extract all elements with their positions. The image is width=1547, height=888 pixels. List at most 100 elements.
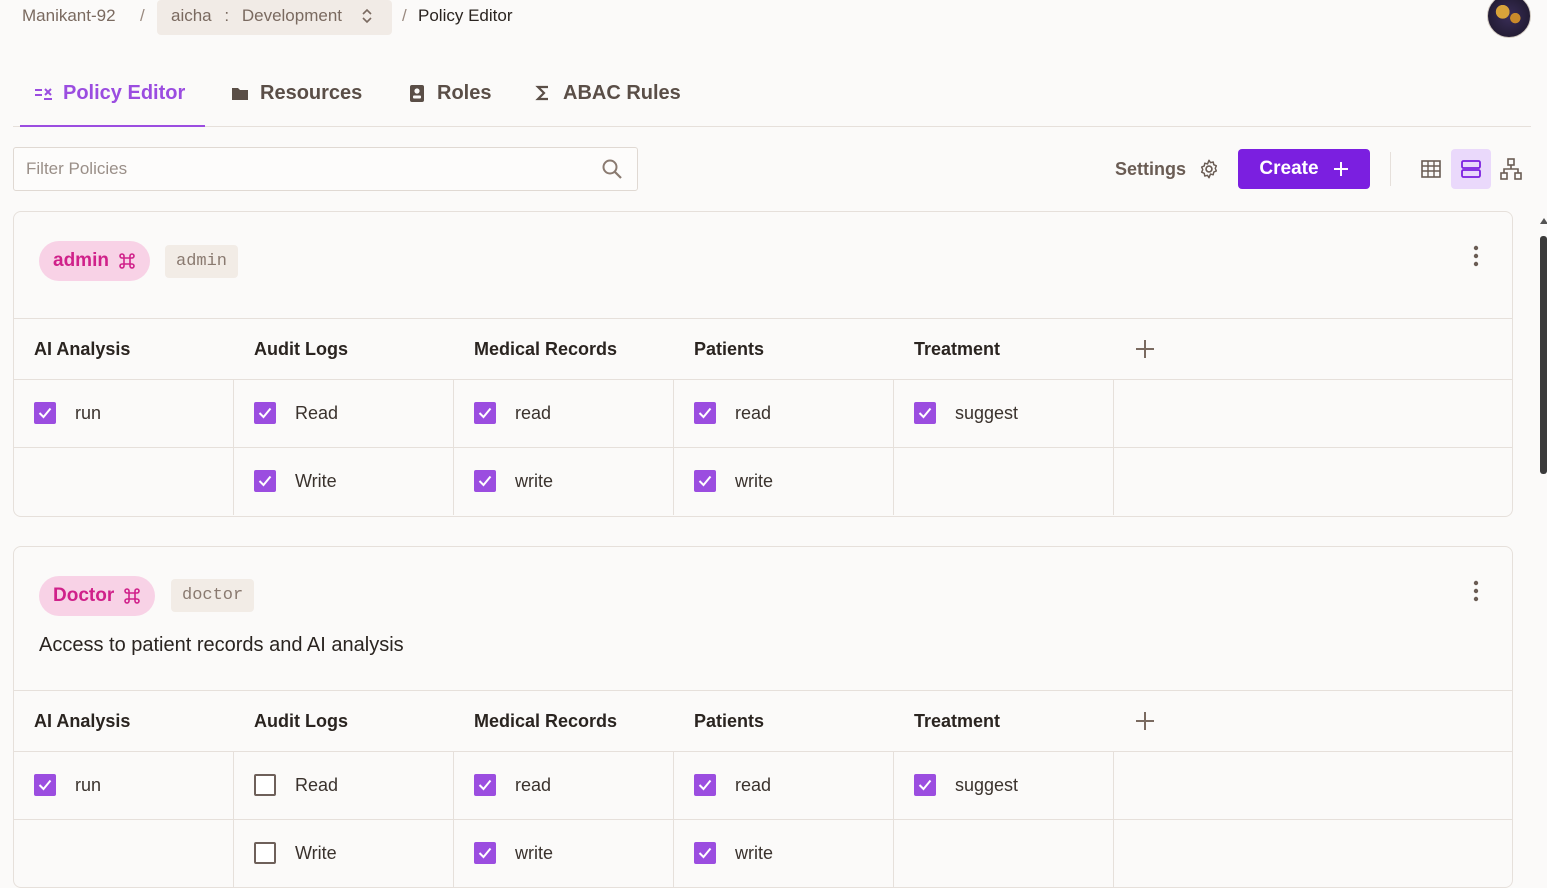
tab-abac-rules[interactable]: ABAC Rules	[533, 60, 681, 126]
list-view-icon	[1461, 160, 1481, 178]
resource-header: Medical Records	[474, 710, 618, 731]
toolbar-divider	[1390, 152, 1391, 186]
role-name: Doctor	[53, 585, 115, 606]
gear-icon	[1200, 159, 1218, 179]
sigma-icon	[533, 83, 553, 103]
more-options-icon[interactable]	[1466, 579, 1486, 603]
add-resource-icon[interactable]	[1134, 710, 1156, 732]
role-name-pill[interactable]: Doctor	[39, 576, 156, 616]
create-button[interactable]: Create	[1238, 149, 1370, 189]
breadcrumb-separator: /	[402, 6, 407, 25]
tab-label: Roles	[437, 81, 492, 104]
permission-write: write	[694, 842, 773, 864]
tab-label: ABAC Rules	[563, 81, 681, 104]
checkbox-checked[interactable]	[474, 470, 496, 492]
permission-suggest: suggest	[914, 774, 1018, 796]
permission-write: write	[474, 470, 553, 492]
checkbox-checked[interactable]	[694, 402, 716, 424]
resource-header: Treatment	[914, 338, 1001, 359]
role-description: Access to patient records and AI analysi…	[39, 634, 404, 656]
resource-header: Medical Records	[474, 338, 618, 359]
filter-policies	[13, 147, 638, 191]
permission-read: read	[474, 774, 551, 796]
permission-run: run	[34, 402, 101, 424]
search-icon[interactable]	[601, 158, 623, 180]
table-view-button[interactable]	[1411, 149, 1451, 189]
tab-roles[interactable]: Roles	[407, 60, 491, 126]
resource-header: Audit Logs	[254, 710, 348, 731]
permission-read: Read	[254, 402, 338, 424]
permissions-grid: AI Analysis Audit Logs Medical Records P…	[14, 690, 1512, 887]
add-resource-icon[interactable]	[1134, 338, 1156, 360]
project-name: aicha	[171, 6, 212, 25]
resource-header: Patients	[694, 338, 765, 359]
role-key: admin	[165, 245, 239, 278]
chevron-up-down-icon	[362, 8, 372, 24]
permission-read: Read	[254, 774, 338, 796]
permission-run: run	[34, 774, 101, 796]
permission-row: run Read read read suggest	[14, 380, 1512, 448]
permission-write: write	[694, 470, 773, 492]
role-card-doctor: Doctor doctor Access to patient records …	[13, 546, 1513, 888]
permission-read: read	[694, 774, 771, 796]
checkbox-checked[interactable]	[474, 774, 496, 796]
role-badge-icon	[407, 83, 427, 103]
create-label: Create	[1259, 158, 1319, 179]
user-avatar[interactable]	[1487, 0, 1531, 38]
resource-header-row: AI Analysis Audit Logs Medical Records P…	[14, 319, 1512, 380]
resource-header: AI Analysis	[34, 338, 131, 359]
resource-header: Audit Logs	[254, 338, 348, 359]
checkbox-unchecked[interactable]	[254, 774, 276, 796]
checkbox-checked[interactable]	[694, 842, 716, 864]
scrollbar-thumb[interactable]	[1540, 236, 1547, 474]
checkbox-checked[interactable]	[474, 842, 496, 864]
settings-button[interactable]: Settings	[1115, 155, 1220, 183]
permission-write: Write	[254, 470, 337, 492]
resource-header: Treatment	[914, 710, 1001, 731]
list-view-button[interactable]	[1451, 149, 1491, 189]
policy-editor-icon	[33, 83, 53, 103]
permission-write: write	[474, 842, 553, 864]
hierarchy-icon	[1500, 158, 1522, 180]
checkbox-checked[interactable]	[694, 470, 716, 492]
folder-icon	[230, 83, 250, 103]
permission-row: Write write write	[14, 820, 1512, 887]
breadcrumb-separator: /	[140, 6, 145, 25]
permission-read: read	[474, 402, 551, 424]
breadcrumb-org[interactable]: Manikant-92	[22, 6, 116, 26]
role-card-admin: admin admin AI Analysis Audit Logs Medic…	[13, 211, 1513, 517]
permission-suggest: suggest	[914, 402, 1018, 424]
tab-policy-editor[interactable]: Policy Editor	[19, 60, 206, 127]
settings-label: Settings	[1115, 158, 1187, 179]
scroll-up-arrow[interactable]	[1540, 218, 1547, 224]
permissions-grid: AI Analysis Audit Logs Medical Records P…	[14, 318, 1512, 515]
checkbox-checked[interactable]	[34, 402, 56, 424]
checkbox-checked[interactable]	[694, 774, 716, 796]
command-icon	[119, 253, 135, 269]
checkbox-checked[interactable]	[474, 402, 496, 424]
checkbox-checked[interactable]	[914, 402, 936, 424]
tab-bar: Policy Editor Resources Roles ABAC Rules	[13, 60, 1531, 127]
plus-icon	[1333, 162, 1348, 176]
role-key: doctor	[171, 579, 255, 612]
role-name-pill[interactable]: admin	[39, 241, 150, 281]
role-name: admin	[53, 250, 109, 271]
checkbox-checked[interactable]	[254, 470, 276, 492]
filter-input[interactable]	[24, 148, 588, 190]
checkbox-unchecked[interactable]	[254, 842, 276, 864]
permission-row: Write write write	[14, 448, 1512, 515]
command-icon	[124, 588, 140, 604]
resource-header: Patients	[694, 710, 765, 731]
checkbox-checked[interactable]	[254, 402, 276, 424]
env-separator: :	[224, 6, 230, 25]
hierarchy-view-button[interactable]	[1491, 149, 1531, 189]
tab-label: Resources	[260, 81, 363, 104]
breadcrumb-current-page: Policy Editor	[418, 6, 513, 25]
tab-resources[interactable]: Resources	[230, 60, 362, 126]
checkbox-checked[interactable]	[34, 774, 56, 796]
table-view-icon	[1421, 160, 1441, 178]
more-options-icon[interactable]	[1466, 244, 1486, 268]
checkbox-checked[interactable]	[914, 774, 936, 796]
environment-selector[interactable]: aicha : Development	[157, 0, 392, 35]
resource-header-row: AI Analysis Audit Logs Medical Records P…	[14, 691, 1512, 752]
